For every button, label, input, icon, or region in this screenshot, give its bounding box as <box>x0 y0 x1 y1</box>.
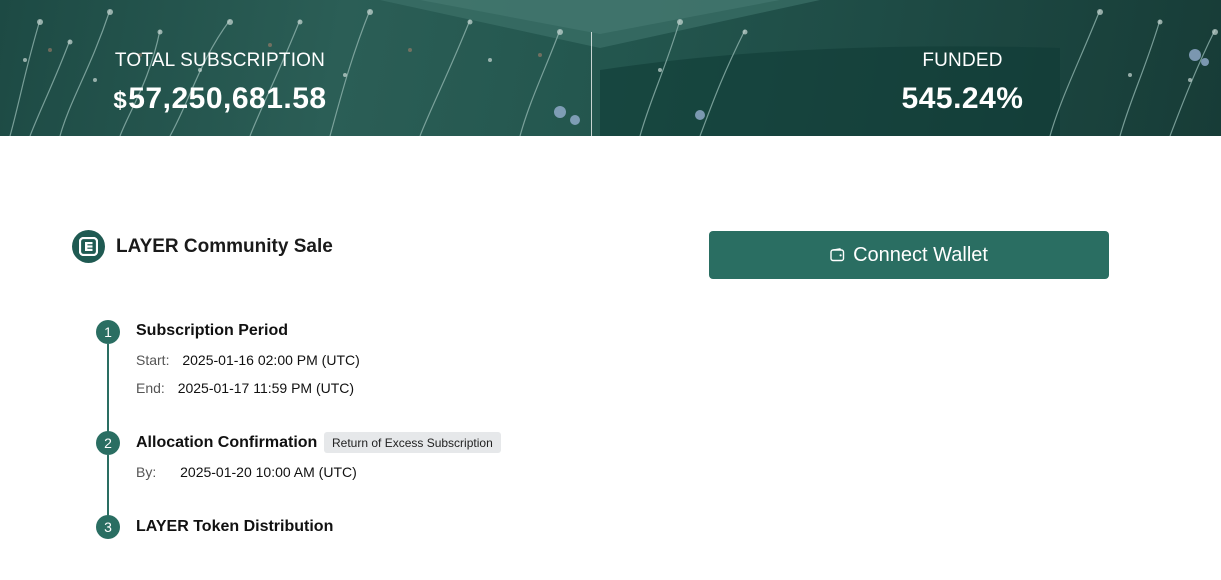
total-subscription-stat: TOTAL SUBSCRIPTION $57,250,681.58 <box>60 50 380 116</box>
step-row-end: End: 2025-01-17 11:59 PM (UTC) <box>136 380 354 396</box>
start-value: 2025-01-16 02:00 PM (UTC) <box>182 352 360 368</box>
by-label: By: <box>136 464 157 480</box>
step-row-by: By: 2025-01-20 10:00 AM (UTC) <box>136 464 357 480</box>
total-subscription-value: $57,250,681.58 <box>60 82 380 116</box>
currency-symbol: $ <box>113 87 128 114</box>
connect-wallet-label: Connect Wallet <box>853 243 988 266</box>
sale-header: LAYER Community Sale <box>72 230 333 263</box>
banner-divider <box>591 32 592 136</box>
sale-timeline: 1 Subscription Period Start: 2025-01-16 … <box>96 320 616 545</box>
funded-label: FUNDED <box>922 50 1003 71</box>
end-label: End: <box>136 380 165 396</box>
end-value: 2025-01-17 11:59 PM (UTC) <box>177 380 355 396</box>
funded-value: 545.24% <box>901 82 1024 115</box>
funded-stat: FUNDED 545.24% <box>800 50 1125 116</box>
start-label: Start: <box>136 352 170 368</box>
by-value: 2025-01-20 10:00 AM (UTC) <box>180 464 357 480</box>
timeline-connector <box>107 455 109 519</box>
step-number-badge: 3 <box>96 515 120 539</box>
step-title-subscription-period: Subscription Period <box>136 322 289 339</box>
step-row-start: Start: 2025-01-16 02:00 PM (UTC) <box>136 352 360 368</box>
hero-banner: TOTAL SUBSCRIPTION $57,250,681.58 FUNDED… <box>0 0 1221 136</box>
step-number-badge: 1 <box>96 320 120 344</box>
total-subscription-label: TOTAL SUBSCRIPTION <box>114 50 326 71</box>
total-subscription-amount: 57,250,681.58 <box>128 82 327 115</box>
connect-wallet-button[interactable]: Connect Wallet <box>709 231 1109 279</box>
step-title-allocation-confirmation: Allocation Confirmation <box>136 434 318 451</box>
sale-title: LAYER Community Sale <box>116 235 333 257</box>
step-title-token-distribution: LAYER Token Distribution <box>136 518 334 535</box>
layer-logo-icon <box>72 230 105 263</box>
return-excess-badge: Return of Excess Subscription <box>324 432 501 453</box>
step-number-badge: 2 <box>96 431 120 455</box>
wallet-icon <box>830 248 845 262</box>
